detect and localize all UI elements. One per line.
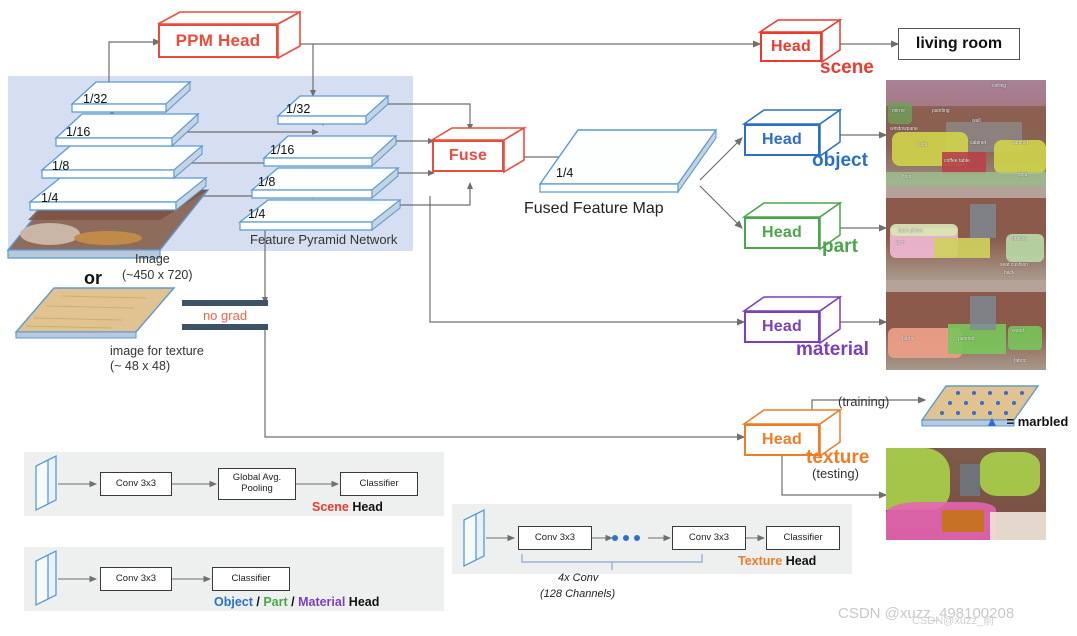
texture-head-block-0: Conv 3x3: [518, 526, 592, 550]
part-label-0: back pillow: [898, 228, 923, 234]
part-label-2: drawer: [1012, 236, 1028, 242]
scene-head-block-0: Conv 3x3: [100, 472, 172, 496]
scene-output-box: living room: [898, 28, 1020, 60]
ppm-head-box[interactable]: PPM Head: [157, 10, 301, 60]
texture-training-label: (training): [838, 394, 890, 409]
head-label-object: Head: [762, 131, 802, 148]
object-part-material-head-panel: Conv 3x3 Classifier Object / Part / Mate…: [24, 547, 444, 611]
fpn-ratio-1-4: 1/4: [248, 207, 266, 221]
texture-head-panel: Conv 3x3 Conv 3x3 Classifier Texture Hea…: [452, 504, 852, 574]
watermark-overlay: CSDN@xuzz_前: [912, 615, 995, 627]
texture-head-block-2: Conv 3x3: [672, 526, 746, 550]
part-label-1: arm: [896, 240, 905, 246]
ompm-head-tag: Object / Part / Material Head: [214, 595, 379, 609]
scene-head-tag-colored: Scene: [312, 500, 349, 514]
object-label-9: floor: [902, 174, 912, 180]
fpn-ratio-1-32: 1/32: [286, 102, 311, 116]
part-result-thumbnail: back pillow arm drawer seat cushion back: [886, 186, 1046, 280]
scene-head-tag-plain: Head: [352, 500, 383, 514]
fused-feature-map-caption: Fused Feature Map: [524, 200, 664, 217]
marbled-legend: ▲ = marbled: [985, 413, 1068, 429]
no-grad-marker: no grad: [182, 300, 268, 330]
head-label-scene: Head: [771, 38, 811, 55]
texture-brace-caption-line2: (128 Channels): [540, 588, 616, 600]
part-label-3: seat cushion: [1000, 262, 1029, 268]
texture-brace-caption-line1: 4x Conv: [558, 572, 599, 584]
scene-head-tag: Scene Head: [312, 500, 383, 514]
material-label-0: fabric: [902, 336, 915, 342]
ompm-tag-sep2: /: [287, 595, 299, 609]
head-task-part: part: [822, 236, 858, 257]
or-label: or: [84, 268, 102, 288]
fused-feature-map-slab: [538, 128, 718, 198]
texture-head-block-3: Classifier: [766, 526, 840, 550]
material-result-thumbnail: fabric wood painted fabric: [886, 280, 1046, 370]
head-box-material[interactable]: Head: [741, 295, 843, 345]
texture-head-tag-colored: Texture: [738, 554, 783, 568]
backbone-ratio-1-4: 1/4: [41, 191, 59, 205]
material-label-1: wood: [1012, 328, 1024, 334]
fuse-box[interactable]: Fuse: [429, 126, 527, 174]
object-label-0: ceiling: [992, 83, 1007, 89]
object-label-8: coffee table: [944, 158, 970, 164]
object-label-3: wall: [972, 118, 981, 124]
object-label-1: mirror: [892, 108, 906, 114]
no-grad-label: no grad: [202, 308, 248, 323]
backbone-ratio-1-16: 1/16: [66, 125, 91, 139]
object-label-5: sofa: [918, 142, 928, 148]
material-label-2: painted: [958, 336, 975, 342]
head-task-scene: scene: [820, 57, 874, 78]
backbone-ratio-1-8: 1/8: [52, 159, 70, 173]
head-label-part: Head: [762, 224, 802, 241]
input-image-caption-line1: Image: [135, 252, 170, 266]
fused-map-ratio: 1/4: [556, 166, 574, 180]
ompm-tag-part: Part: [263, 595, 288, 609]
ppm-head-label: PPM Head: [175, 31, 261, 50]
backbone-ratio-1-32: 1/32: [83, 92, 108, 106]
ompm-head-block-0: Conv 3x3: [100, 567, 172, 591]
object-label-7: cabinet: [1012, 140, 1029, 146]
ompm-head-block-1: Classifier: [212, 567, 290, 591]
part-label-4: back: [1004, 270, 1015, 276]
texture-input-caption-line2: (~ 48 x 48): [110, 359, 171, 373]
object-result-thumbnail: ceiling mirror painting wall windowpane …: [886, 80, 1046, 190]
ompm-tag-material: Material: [298, 595, 346, 609]
object-label-6: cabinet: [970, 140, 987, 146]
input-image-caption-line2: (~450 x 720): [122, 268, 193, 282]
object-label-4: windowpane: [890, 126, 918, 132]
head-task-material: material: [796, 339, 869, 360]
ompm-tag-head: Head: [345, 595, 380, 609]
ompm-tag-object: Object: [214, 595, 253, 609]
fpn-ratio-1-8: 1/8: [258, 175, 276, 189]
scene-head-block-2: Classifier: [340, 472, 418, 496]
fuse-label: Fuse: [448, 147, 488, 164]
head-label-texture: Head: [762, 431, 802, 448]
texture-head-ellipsis-dots: [612, 535, 640, 541]
head-task-object: object: [812, 150, 868, 171]
texture-input-slab: [14, 287, 176, 344]
texture-head-tag-plain: Head: [785, 554, 817, 568]
material-label-3: fabric: [1014, 358, 1027, 364]
marbled-marker-icon: ▲: [985, 413, 999, 429]
texture-head-tag: Texture Head: [738, 554, 816, 568]
scene-head-block-1: Global Avg. Pooling: [218, 468, 296, 500]
texture-input-caption-line1: image for texture: [110, 344, 204, 358]
fpn-ratio-1-16: 1/16: [270, 143, 295, 157]
scene-head-panel: Conv 3x3 Global Avg. Pooling Classifier …: [24, 452, 444, 516]
fpn-label: Feature Pyramid Network: [250, 232, 398, 247]
head-label-material: Head: [762, 318, 802, 335]
object-label-10: sofa: [1018, 172, 1028, 178]
marbled-legend-text: = marbled: [1006, 414, 1069, 429]
object-label-2: painting: [932, 108, 950, 114]
texture-testing-label: (testing): [812, 466, 859, 481]
texture-result-thumbnail: [886, 448, 1046, 540]
ompm-tag-sep1: /: [252, 595, 264, 609]
